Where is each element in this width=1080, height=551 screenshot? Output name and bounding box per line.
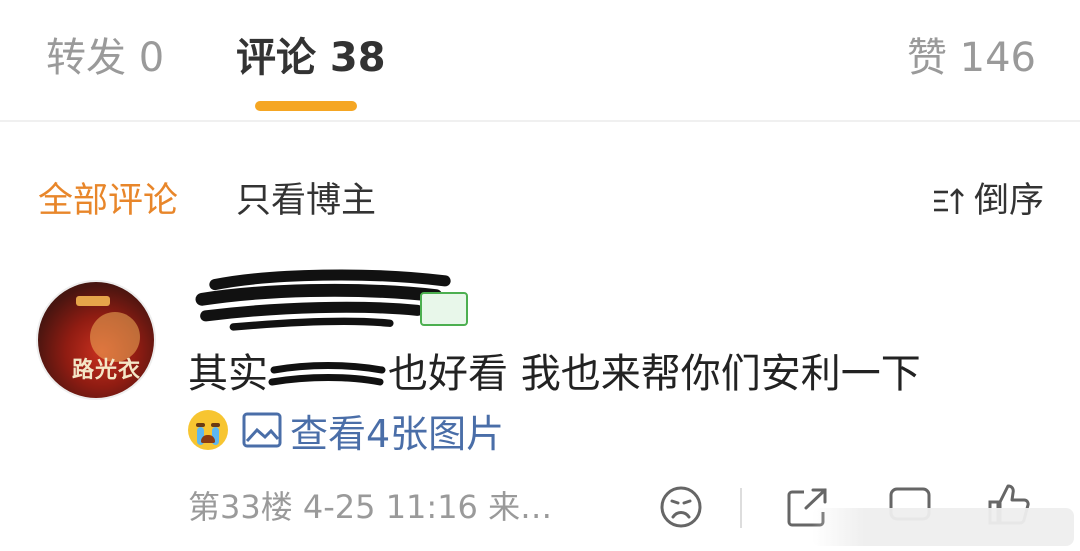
verified-badge	[420, 292, 468, 326]
action-divider	[740, 488, 742, 528]
watermark-overlay	[812, 508, 1074, 546]
crying-emoji-icon	[188, 410, 228, 450]
sad-face-icon[interactable]	[658, 484, 704, 530]
view-images-link[interactable]: 查看4张图片	[290, 403, 504, 458]
avatar[interactable]: 路光衣	[36, 280, 156, 400]
tab-bar: 转发 0 评论 38 赞 146	[0, 0, 1080, 122]
tab-comments[interactable]: 评论 38	[236, 30, 386, 86]
avatar-caption: 路光衣	[72, 357, 142, 383]
redacted-text	[268, 356, 388, 396]
image-icon	[242, 412, 282, 448]
avatar-logo	[76, 296, 110, 306]
sort-button[interactable]: 倒序	[932, 178, 1044, 224]
filter-all-comments[interactable]: 全部评论	[38, 178, 178, 224]
comment-media-row: 查看4张图片	[188, 402, 504, 458]
comment-text-end: 也好看 我也来帮你们安利一下	[388, 351, 921, 397]
comment-meta: 第33楼 4-25 11:16 来…	[188, 488, 553, 526]
active-tab-indicator	[255, 101, 357, 111]
comment-text-start: 其实	[188, 351, 268, 397]
comment-filter-bar: 全部评论 只看博主 倒序	[0, 170, 1080, 230]
sort-label: 倒序	[973, 181, 1044, 221]
tab-forward[interactable]: 转发 0	[46, 30, 164, 86]
sort-icon	[933, 188, 964, 214]
comment-text: 其实 也好看 我也来帮你们安利一下	[188, 346, 921, 402]
tab-likes[interactable]: 赞 146	[907, 30, 1036, 86]
filter-author-only[interactable]: 只看博主	[236, 178, 376, 224]
